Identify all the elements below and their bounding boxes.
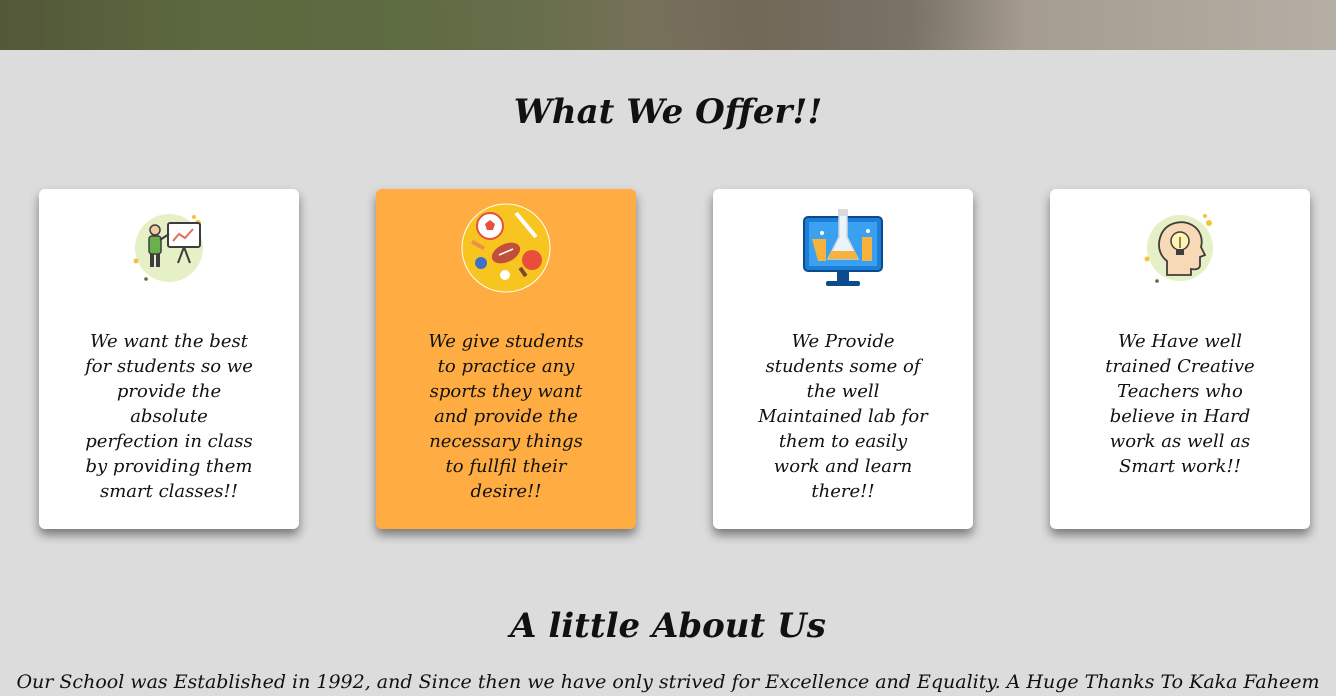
idea-head-icon xyxy=(1135,203,1225,293)
hero-image-strip xyxy=(0,0,1336,50)
offer-card-lab: We Provide students some of the well Mai… xyxy=(713,189,973,529)
lab-monitor-icon xyxy=(798,203,888,293)
offer-card-sports: We give students to practice any sports … xyxy=(376,189,636,529)
sports-icon xyxy=(461,203,551,293)
about-description: Our School was Established in 1992, and … xyxy=(16,671,1320,693)
offer-cards: We want the best for students so we prov… xyxy=(39,189,1311,529)
teacher-board-icon xyxy=(124,203,214,293)
offer-card-text: We give students to practice any sports … xyxy=(428,331,584,502)
about-section-title: A little About Us xyxy=(510,606,826,646)
offer-section-title: What We Offer!! xyxy=(513,92,823,132)
offer-card-teachers: We Have well trained Creative Teachers w… xyxy=(1050,189,1310,529)
offer-card-smart-classes: We want the best for students so we prov… xyxy=(39,189,299,529)
offer-card-text: We want the best for students so we prov… xyxy=(85,331,253,502)
offer-card-text: We Provide students some of the well Mai… xyxy=(758,331,928,502)
offer-card-text: We Have well trained Creative Teachers w… xyxy=(1105,331,1255,477)
